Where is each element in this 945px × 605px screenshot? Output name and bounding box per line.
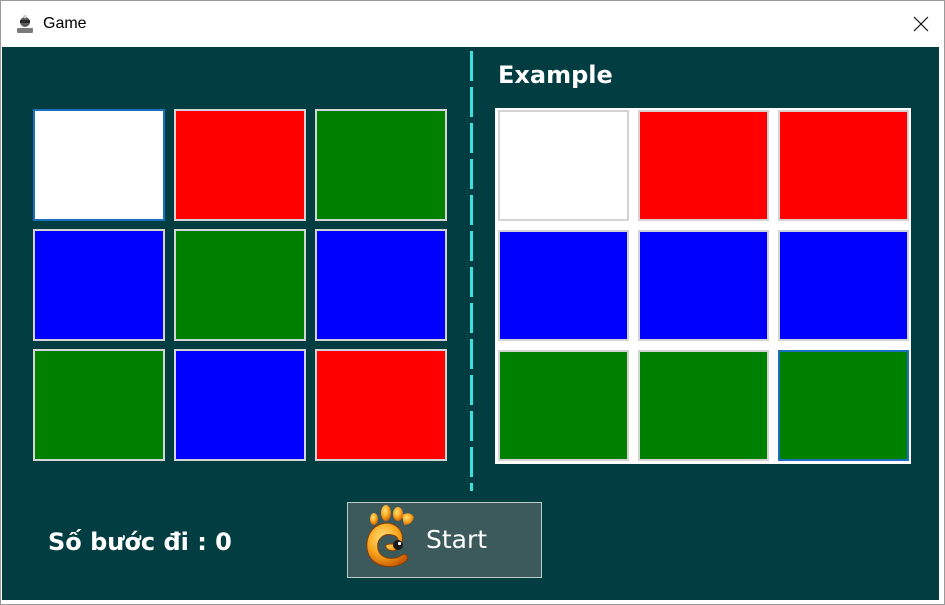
board-tile-3-1[interactable] bbox=[33, 349, 165, 461]
close-button[interactable] bbox=[898, 1, 944, 46]
person-avatar-icon bbox=[17, 14, 33, 33]
game-area: Example Số bước đi : 0 Start bbox=[2, 47, 939, 600]
example-tile-2-1 bbox=[498, 230, 629, 341]
example-tile-1-3 bbox=[778, 110, 909, 221]
board-tile-2-1[interactable] bbox=[33, 229, 165, 341]
board-tile-3-2[interactable] bbox=[174, 349, 306, 461]
divider-line bbox=[470, 51, 473, 491]
example-tile-1-2 bbox=[638, 110, 769, 221]
title-bar[interactable]: Game bbox=[1, 1, 944, 46]
example-tile-3-3 bbox=[778, 350, 909, 461]
game-board bbox=[33, 109, 447, 462]
example-label: Example bbox=[498, 61, 613, 89]
window-title: Game bbox=[43, 15, 87, 32]
example-tile-1-1 bbox=[498, 110, 629, 221]
example-board bbox=[495, 108, 911, 464]
board-tile-1-2[interactable] bbox=[174, 109, 306, 221]
gimp-logo-icon bbox=[366, 505, 414, 568]
board-tile-1-1[interactable] bbox=[33, 109, 165, 221]
example-tile-2-3 bbox=[778, 230, 909, 341]
example-tile-3-1 bbox=[498, 350, 629, 461]
example-tile-3-2 bbox=[638, 350, 769, 461]
start-button[interactable]: Start bbox=[347, 502, 542, 578]
close-icon bbox=[913, 16, 929, 31]
board-tile-3-3[interactable] bbox=[315, 349, 447, 461]
steps-counter: Số bước đi : 0 bbox=[48, 528, 232, 556]
board-tile-2-3[interactable] bbox=[315, 229, 447, 341]
game-window: Game Example Số bước đi : 0 Start bbox=[0, 0, 945, 605]
start-button-label: Start bbox=[426, 525, 488, 554]
board-tile-2-2[interactable] bbox=[174, 229, 306, 341]
example-tile-2-2 bbox=[638, 230, 769, 341]
board-tile-1-3[interactable] bbox=[315, 109, 447, 221]
